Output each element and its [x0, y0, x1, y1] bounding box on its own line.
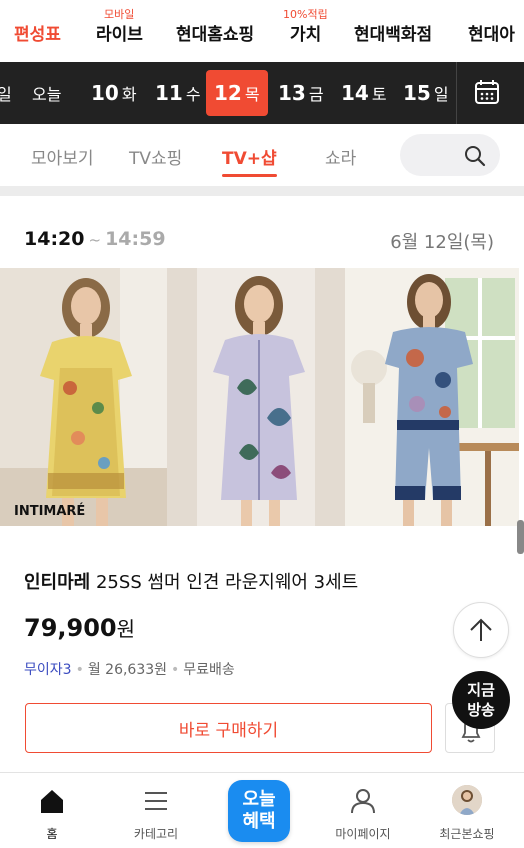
date-dow: 금	[308, 85, 324, 104]
tab-label: TV+샵	[222, 149, 277, 169]
bottom-nav-label: 홈	[46, 827, 58, 841]
price-amount: 79,900	[24, 614, 117, 642]
date-dow: 수	[185, 85, 201, 104]
product-photo-2	[167, 268, 345, 526]
product-photo-1: INTIMARÉ	[0, 268, 167, 526]
product-photo-3	[345, 268, 519, 526]
scroll-top-button[interactable]	[453, 602, 509, 658]
date-num: 12	[214, 81, 242, 105]
product-price: 79,900원	[24, 613, 135, 642]
on-air-line2: 방송	[467, 701, 495, 719]
product-brand: 인티마레	[24, 572, 91, 593]
tab-tv-shopping[interactable]: TV쇼핑	[129, 144, 182, 169]
tab-shorla[interactable]: 쇼라	[325, 144, 356, 169]
date-today[interactable]: 오늘	[32, 62, 61, 124]
date-sun-prev[interactable]: 일	[0, 62, 12, 124]
scrollbar-thumb[interactable]	[517, 520, 524, 554]
on-air-line1: 지금	[467, 681, 495, 699]
date-12-selected[interactable]: 12 목	[206, 70, 268, 116]
date-num: 11	[155, 81, 183, 105]
time-separator: ~	[88, 231, 102, 249]
meta-dot: •	[171, 662, 180, 678]
bottom-nav-category[interactable]: 카테고리	[106, 773, 206, 848]
today-benefit-badge[interactable]: 오늘 혜택	[228, 780, 290, 842]
nav-hyundai-more[interactable]: 현대아	[468, 20, 515, 45]
date-num: 13	[278, 81, 306, 105]
bottom-nav-label: 마이페이지	[335, 827, 391, 841]
date-dow: 화	[121, 85, 137, 104]
date-dow: 토	[371, 85, 387, 104]
date-num: 10	[91, 81, 119, 105]
end-time: 14:59	[105, 228, 166, 250]
date-10[interactable]: 10 화	[91, 62, 137, 124]
broadcast-time: 14:20 ~14:59	[24, 228, 166, 250]
tab-tv-plus-shop[interactable]: TV+샵	[222, 144, 277, 177]
product-name: 25SS 썸머 인견 라운지웨어 3세트	[95, 572, 359, 593]
date-11[interactable]: 11 수	[155, 62, 201, 124]
bottom-nav-mypage[interactable]: 마이페이지	[313, 773, 413, 848]
section-divider	[0, 186, 524, 196]
today-badge-line1: 오늘	[242, 789, 276, 810]
brand-logo: INTIMARÉ	[14, 503, 85, 519]
date-15[interactable]: 15 일	[403, 62, 449, 124]
date-bar: 일 오늘 10 화 11 수 12 목 13 금 14 토 15 일	[0, 62, 524, 124]
menu-icon	[142, 787, 170, 819]
nav-schedule[interactable]: 편성표	[14, 20, 61, 45]
price-unit: 원	[116, 617, 136, 641]
tab-collection[interactable]: 모아보기	[31, 144, 94, 169]
buy-now-button[interactable]: 바로 구매하기	[25, 703, 432, 753]
bottom-nav-recent[interactable]: 최근본쇼핑	[417, 773, 517, 848]
monthly-payment: 월 26,633원	[87, 662, 168, 678]
buy-now-label: 바로 구매하기	[178, 720, 279, 741]
nav-value[interactable]: 가치	[290, 20, 321, 45]
recent-thumbnail	[452, 785, 482, 815]
date-bar-divider	[456, 62, 457, 124]
start-time: 14:20	[24, 228, 85, 250]
bottom-nav-home[interactable]: 홈	[2, 773, 102, 848]
nav-hyundai-homeshopping[interactable]: 현대홈쇼핑	[176, 20, 254, 45]
meta-dot: •	[75, 662, 84, 678]
search-icon	[464, 145, 486, 171]
date-num: 15	[403, 81, 431, 105]
bottom-nav-label: 카테고리	[133, 827, 179, 841]
today-badge-line2: 혜택	[242, 811, 276, 832]
schedule-page: 편성표 모바일 라이브 현대홈쇼핑 10%적립 가치 현대백화점 현대아 일 오…	[0, 0, 524, 848]
installment-badge: 무이자3	[24, 662, 72, 678]
calendar-icon[interactable]	[470, 79, 504, 107]
broadcast-date: 6월 12일(목)	[390, 232, 494, 253]
product-image[interactable]: INTIMARÉ	[0, 268, 519, 526]
shipping-info: 무료배송	[183, 662, 235, 678]
person-icon	[349, 787, 377, 819]
date-dow: 일	[0, 85, 12, 104]
nav-live[interactable]: 라이브	[96, 20, 143, 45]
home-icon	[38, 787, 66, 819]
date-dow: 오늘	[32, 85, 62, 104]
search-button[interactable]	[400, 134, 500, 176]
date-dow: 일	[433, 85, 449, 104]
date-num: 14	[341, 81, 369, 105]
date-13[interactable]: 13 금	[278, 62, 324, 124]
arrow-up-icon	[470, 618, 492, 641]
date-14[interactable]: 14 토	[341, 62, 387, 124]
on-air-now-button[interactable]: 지금 방송	[452, 671, 510, 729]
product-benefits: 무이자3 • 월 26,633원 • 무료배송	[24, 659, 235, 679]
product-title[interactable]: 인티마레 25SS 썸머 인견 라운지웨어 3세트	[24, 568, 358, 594]
nav-hyundai-dept[interactable]: 현대백화점	[354, 20, 432, 45]
bottom-nav-label: 최근본쇼핑	[439, 827, 495, 841]
top-nav: 편성표 모바일 라이브 현대홈쇼핑 10%적립 가치 현대백화점 현대아	[0, 0, 524, 62]
date-dow: 목	[244, 85, 260, 104]
active-tab-indicator	[222, 174, 277, 177]
